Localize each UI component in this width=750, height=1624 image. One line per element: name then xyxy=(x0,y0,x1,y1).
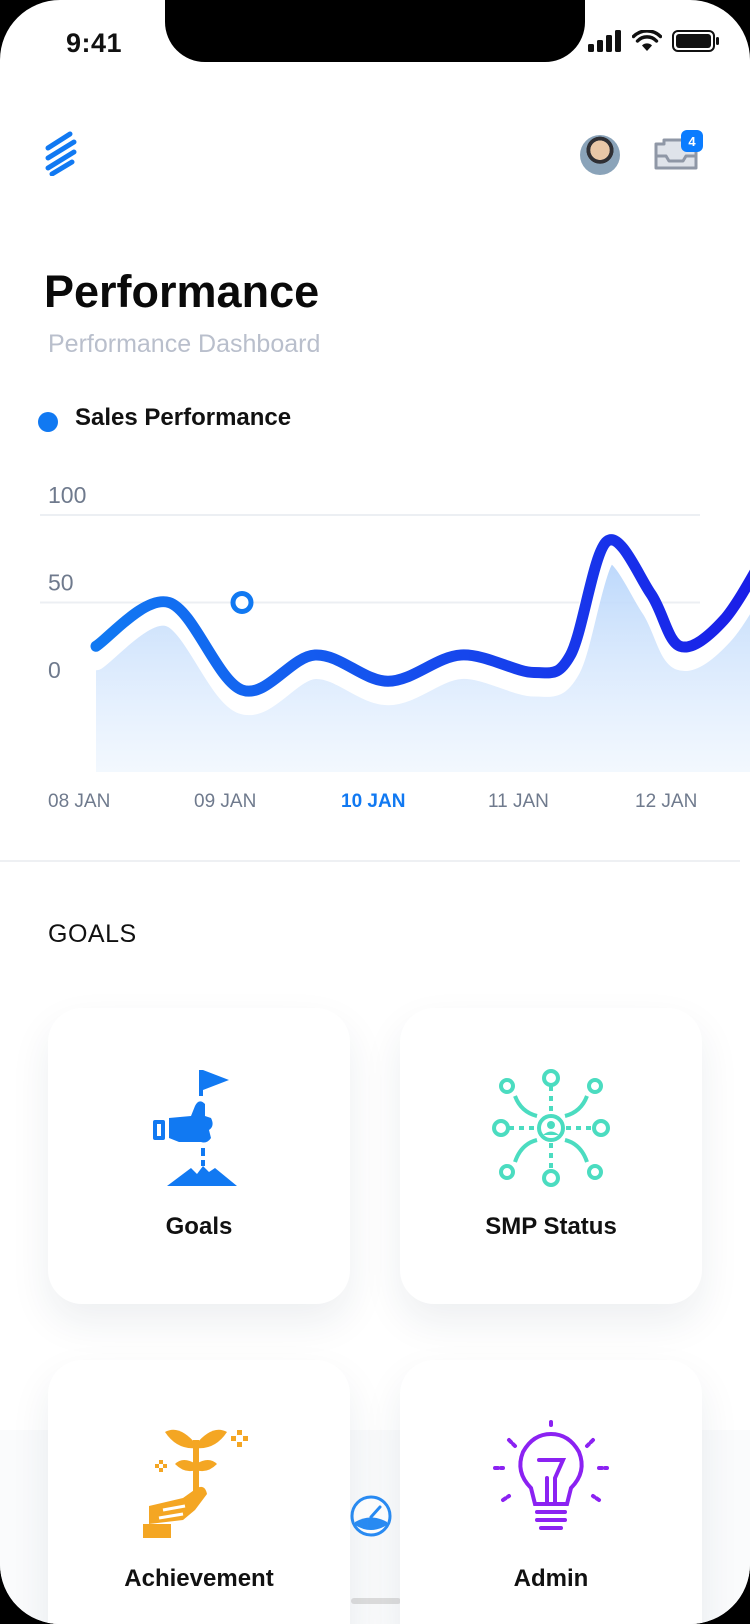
chart-x-label[interactable]: 08 JAN xyxy=(48,791,110,812)
achievement-card-label: Achievement xyxy=(124,1565,274,1592)
page-title: Performance xyxy=(44,266,320,317)
section-divider xyxy=(0,860,740,862)
chart-area-fill xyxy=(96,551,750,772)
battery-icon xyxy=(672,30,719,52)
chart-x-label[interactable]: 10 JAN xyxy=(341,791,405,812)
chart-highlight-point[interactable] xyxy=(230,591,254,614)
goals-section-title: GOALS xyxy=(48,920,137,948)
chart-x-label[interactable]: 12 JAN xyxy=(635,791,697,812)
goals-card-label: Goals xyxy=(165,1213,233,1240)
home-indicator xyxy=(351,1598,401,1604)
sales-performance-chart: 100 50 0 08 JAN 09 JAN 10 JAN 11 JAN 12 JAN xyxy=(40,482,750,812)
device-notch xyxy=(165,0,585,62)
status-time: 9:41 xyxy=(66,28,123,58)
status-icons xyxy=(588,30,720,52)
admin-card-label: Admin xyxy=(513,1565,589,1592)
goals-card[interactable]: Goals xyxy=(48,1008,350,1304)
achievement-card[interactable]: Achievement xyxy=(48,1360,350,1624)
signal-icon xyxy=(588,30,621,52)
smp-status-card-label: SMP Status xyxy=(485,1213,617,1240)
admin-card[interactable]: Admin xyxy=(400,1360,702,1624)
chart-y-tick: 50 xyxy=(48,570,74,596)
lightbulb-icon xyxy=(493,1420,609,1530)
phone-screen: 9:41 4 Performance Performance Dashboard… xyxy=(0,0,750,1624)
chart-x-label[interactable]: 09 JAN xyxy=(194,791,256,812)
wifi-icon xyxy=(632,30,662,51)
smp-status-card[interactable]: SMP Status xyxy=(400,1008,702,1304)
app-logo-icon[interactable] xyxy=(44,130,80,176)
notification-badge: 4 xyxy=(681,130,703,152)
flag-on-mountain-icon xyxy=(153,1070,237,1186)
chart-y-tick: 0 xyxy=(48,657,61,683)
network-people-icon xyxy=(492,1069,610,1187)
page-subtitle: Performance Dashboard xyxy=(48,330,321,358)
speedometer-icon[interactable] xyxy=(350,1495,392,1537)
legend-dot xyxy=(38,412,58,432)
legend-label: Sales Performance xyxy=(75,404,292,431)
user-avatar[interactable] xyxy=(580,135,620,175)
chart-y-tick: 100 xyxy=(48,482,86,508)
growing-plant-hand-icon xyxy=(143,1429,248,1538)
chart-x-label[interactable]: 11 JAN xyxy=(488,791,549,812)
